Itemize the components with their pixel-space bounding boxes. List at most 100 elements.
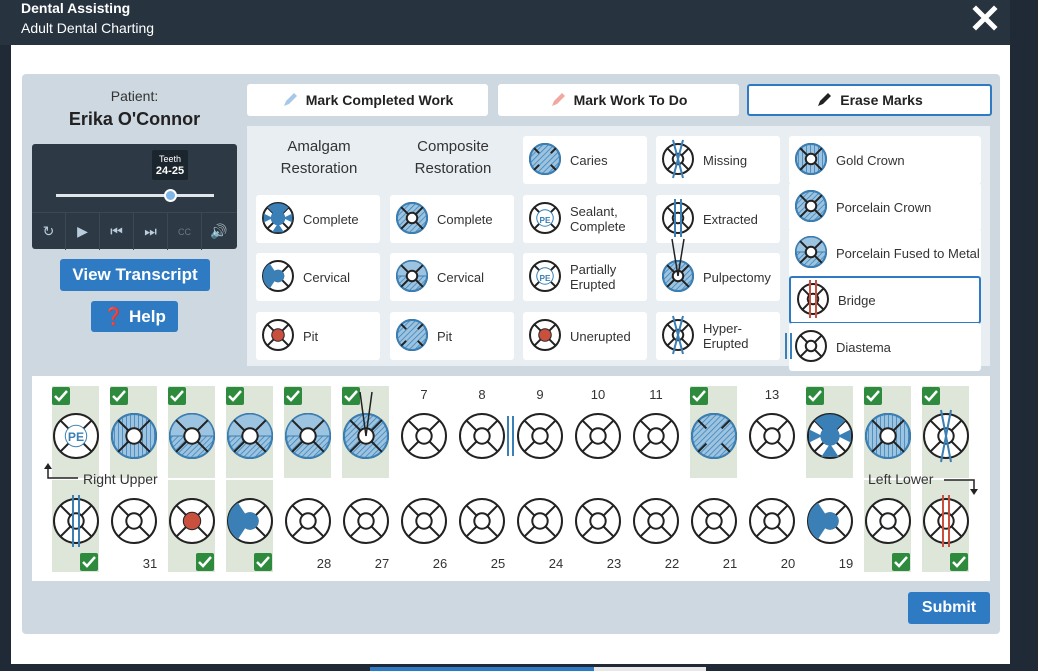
- activity-title: Adult Dental Charting: [21, 20, 155, 36]
- tooth-upper[interactable]: [806, 412, 856, 467]
- tooth-lower[interactable]: [516, 497, 566, 552]
- tooth-upper[interactable]: [458, 412, 508, 467]
- tooth-upper[interactable]: [284, 412, 334, 467]
- tooth-upper[interactable]: [168, 412, 218, 467]
- tooth-number: 27: [374, 556, 390, 571]
- patient-name: Erika O'Connor: [68, 109, 201, 129]
- player-controls: ↻ ▶ ⏮ ⏭ CC 🔊: [32, 212, 237, 250]
- help-icon: ❓: [103, 307, 125, 326]
- mark-label: Pit: [437, 328, 453, 344]
- missing-icon: [662, 139, 694, 179]
- mark-option[interactable]: Extracted: [656, 195, 780, 243]
- tooth-lower[interactable]: [806, 497, 856, 552]
- tooth-number: 13: [764, 387, 780, 402]
- mark-option[interactable]: Gold Crown: [789, 136, 981, 184]
- arrow-up-left-icon: [44, 463, 78, 479]
- tooth-lower[interactable]: [574, 497, 624, 552]
- mark-option[interactable]: PE Partially Erupted: [523, 253, 647, 301]
- mark-option[interactable]: Pulpectomy: [656, 238, 780, 301]
- tooth-lower[interactable]: [690, 497, 740, 552]
- tooth-number: 25: [490, 556, 506, 571]
- mark-option[interactable]: Bridge: [789, 276, 981, 324]
- tooth-lower[interactable]: [226, 497, 276, 552]
- tooth-upper[interactable]: [864, 412, 914, 467]
- amalgam-pit-option[interactable]: Pit: [256, 312, 380, 360]
- help-label: Help: [129, 307, 166, 326]
- mark-work-to-do-button[interactable]: Mark Work To Do: [498, 84, 739, 116]
- right-upper-label: Right Upper: [83, 471, 158, 487]
- tooth-lower[interactable]: [284, 497, 334, 552]
- tooth-upper[interactable]: [507, 412, 566, 467]
- bridge-red-icon: [797, 280, 829, 318]
- seek-slider[interactable]: [56, 194, 214, 197]
- replay-icon[interactable]: ↻: [32, 213, 66, 250]
- previous-icon[interactable]: ⏮: [100, 213, 134, 250]
- title-bar: Dental Assisting Adult Dental Charting: [0, 0, 1010, 45]
- audio-player: Teeth 24-25 ↻ ▶ ⏮ ⏭ CC 🔊: [32, 144, 237, 250]
- mark-label: Bridge: [838, 292, 876, 308]
- amalgam-cervical-option[interactable]: Cervical: [256, 253, 380, 301]
- tooth-upper[interactable]: [110, 412, 160, 467]
- tooth-upper[interactable]: PE: [52, 412, 102, 467]
- tooth-upper[interactable]: [226, 412, 276, 467]
- porcelain-crown-icon: [795, 190, 827, 222]
- mark-option[interactable]: Unerupted: [523, 312, 647, 360]
- tooth-lower[interactable]: [458, 497, 508, 552]
- view-transcript-button[interactable]: View Transcript: [60, 259, 210, 291]
- tooth-lower[interactable]: [632, 497, 682, 552]
- tooltip-value: 24-25: [155, 165, 185, 177]
- tooth-number: 11: [649, 387, 663, 402]
- tooth-lower[interactable]: [864, 497, 914, 552]
- tooltip-title: Teeth: [158, 154, 182, 164]
- porcelain-crown-icon: [396, 202, 428, 234]
- tooth-upper[interactable]: [748, 412, 798, 467]
- composite-heading: Composite Restoration: [414, 138, 492, 177]
- mark-label: Missing: [703, 152, 748, 168]
- submit-button[interactable]: Submit: [908, 592, 990, 624]
- mark-option[interactable]: Diastema: [785, 323, 981, 371]
- tooth-upper[interactable]: [632, 412, 682, 467]
- amalgam-pit-red-icon: [529, 319, 561, 351]
- mark-label: Hyper-Erupted: [703, 321, 749, 351]
- mark-option[interactable]: Porcelain Fused to Metal: [789, 229, 981, 277]
- amalgam-complete-option[interactable]: Complete: [256, 195, 380, 243]
- volume-icon[interactable]: 🔊: [202, 213, 236, 250]
- mark-option[interactable]: PE Sealant, Complete: [523, 195, 647, 243]
- amalgam-heading: Amalgam Restoration: [280, 138, 358, 177]
- tooth-upper[interactable]: [574, 412, 624, 467]
- composite-pit-option[interactable]: Pit: [390, 312, 514, 360]
- app-title: Dental Assisting: [21, 0, 131, 16]
- mark-option[interactable]: Hyper-Erupted: [656, 312, 780, 360]
- tooth-lower[interactable]: [342, 497, 392, 552]
- mark-completed-work-button[interactable]: Mark Completed Work: [247, 84, 488, 116]
- help-button[interactable]: ❓ Help: [91, 301, 178, 332]
- check-icon: [892, 553, 910, 571]
- captions-icon[interactable]: CC: [168, 213, 202, 250]
- mark-option[interactable]: Caries: [523, 136, 647, 184]
- tooth-lower[interactable]: [52, 495, 102, 552]
- tooth-lower[interactable]: [168, 497, 218, 552]
- erase-marks-button[interactable]: Erase Marks: [747, 84, 992, 116]
- mark-label: Pit: [303, 328, 319, 344]
- tooth-upper[interactable]: [342, 391, 392, 467]
- close-icon[interactable]: [972, 5, 998, 31]
- composite-cervical-option[interactable]: Cervical: [390, 253, 514, 301]
- tooth-upper[interactable]: [922, 409, 972, 467]
- seek-thumb[interactable]: [164, 189, 177, 202]
- tooth-lower[interactable]: [110, 497, 160, 552]
- check-icon: [52, 387, 70, 405]
- tooth-lower[interactable]: [400, 497, 450, 552]
- mark-option[interactable]: Porcelain Crown: [789, 183, 981, 231]
- check-icon: [806, 387, 824, 405]
- composite-complete-option[interactable]: Complete: [390, 195, 514, 243]
- tooth-lower[interactable]: [922, 495, 972, 552]
- tooth-lower[interactable]: [748, 497, 798, 552]
- tooth-upper[interactable]: [400, 412, 450, 467]
- tooth-number: 23: [606, 556, 622, 571]
- play-icon[interactable]: ▶: [66, 213, 100, 250]
- next-icon[interactable]: ⏭: [134, 213, 168, 250]
- tooth-number: 26: [432, 556, 448, 571]
- tooth-upper[interactable]: [690, 412, 740, 467]
- amalgam-side-icon: [262, 260, 294, 292]
- mark-option[interactable]: Missing: [656, 136, 780, 184]
